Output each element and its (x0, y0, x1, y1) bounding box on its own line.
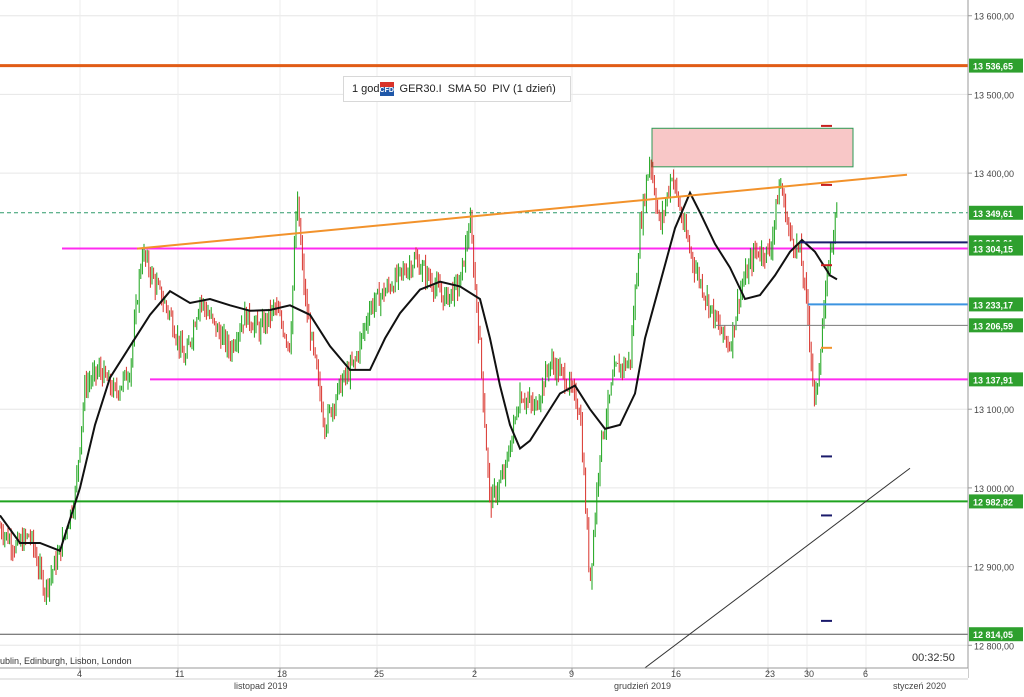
price-tag-label: 13 536,65 (973, 62, 1013, 72)
cfd-icon: CFD (379, 82, 394, 96)
x-tick-label: 30 (804, 669, 814, 679)
price-tag-label: 13 304,15 (973, 245, 1013, 255)
month-label: styczeń 2020 (893, 681, 946, 691)
x-tick-label: 25 (374, 669, 384, 679)
y-tick-label: 13 400,00 (974, 169, 1014, 179)
y-tick-label: 12 900,00 (974, 563, 1014, 573)
x-tick-label: 23 (765, 669, 775, 679)
price-tag-label: 13 137,91 (973, 375, 1013, 385)
y-tick-label: 13 000,00 (974, 484, 1014, 494)
price-tag-label: 13 349,61 (973, 209, 1013, 219)
price-tag-label: 13 206,59 (973, 321, 1013, 331)
bar-countdown: 00:32:50 (912, 652, 955, 664)
price-candles (0, 156, 838, 605)
legend-interval: 1 god (352, 83, 380, 95)
x-tick-label: 9 (569, 669, 574, 679)
month-label: listopad 2019 (234, 681, 288, 691)
chart-legend[interactable]: 1 god CFD GER30.I SMA 50 PIV (1 dzień) (343, 76, 571, 102)
pivot-levels (716, 124, 968, 622)
y-tick-label: 13 600,00 (974, 12, 1014, 22)
y-tick-label: 12 800,00 (974, 641, 1014, 651)
price-tag-label: 12 814,05 (973, 630, 1013, 640)
sma-line (0, 190, 838, 553)
price-axis: 12 800,00 12 900,00 13 000,00 13 100,00 13 4… (967, 0, 1024, 692)
x-tick-label: 6 (863, 669, 868, 679)
month-label: grudzień 2019 (614, 681, 671, 691)
supply-zone (651, 127, 854, 168)
gray-trendline (629, 467, 911, 680)
x-tick-label: 2 (472, 669, 477, 679)
x-tick-label: 18 (277, 669, 287, 679)
legend-indicator: SMA 50 (447, 83, 487, 95)
timezone-label: ublin, Edinburgh, Lisbon, London (0, 656, 132, 666)
chart-canvas[interactable]: 12 800,00 12 900,00 13 000,00 13 100,00 13 4… (0, 0, 1024, 692)
price-tag-label: 12 982,82 (973, 497, 1013, 507)
sma-50-line (0, 190, 838, 553)
axis-background (968, 0, 1024, 692)
legend-pivots: PIV (1 dzień) (492, 83, 556, 95)
y-tick-label: 13 500,00 (974, 90, 1014, 100)
price-chart[interactable]: 12 800,00 12 900,00 13 000,00 13 100,00 13 4… (0, 0, 1024, 692)
price-tag-label: 13 233,17 (973, 300, 1013, 310)
legend-symbol: GER30.I (399, 83, 442, 95)
x-tick-label: 4 (77, 669, 82, 679)
y-tick-label: 13 100,00 (974, 405, 1014, 415)
time-axis: 4 11 18 25 2 9 16 23 30 6 listopad 2019 grudzień 20… (0, 667, 968, 692)
supply-zone-rect (651, 127, 854, 168)
x-tick-label: 16 (671, 669, 681, 679)
time-axis-background (0, 668, 968, 692)
x-tick-label: 11 (175, 669, 184, 679)
